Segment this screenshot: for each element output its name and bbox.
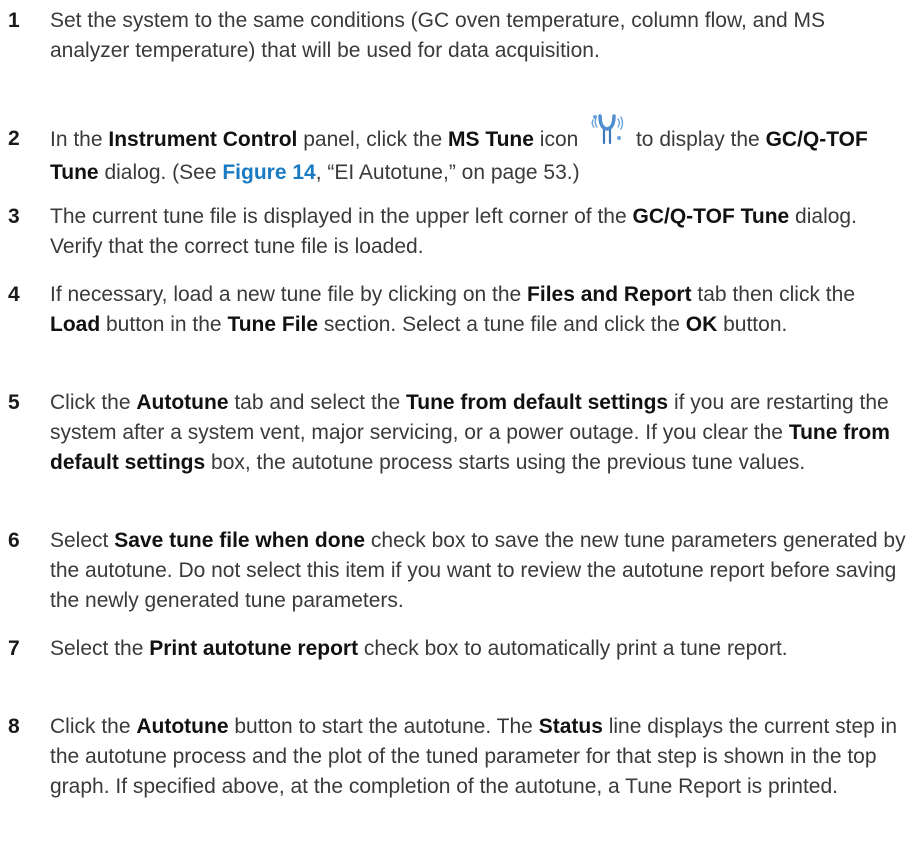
step-text: In the Instrument Control panel, click t… (50, 114, 908, 188)
step-number: 2 (8, 127, 20, 150)
step-number: 1 (8, 9, 20, 32)
ui-term: GC/Q-TOF Tune (632, 205, 790, 228)
text-run: Click the (50, 715, 137, 738)
step-text: Click the Autotune tab and select the Tu… (50, 388, 908, 478)
ui-term: Autotune (136, 715, 229, 738)
step-text: Click the Autotune button to start the a… (50, 712, 908, 802)
figure-link[interactable]: Figure 14 (222, 161, 315, 184)
text-run: If necessary, load a new tune file by cl… (50, 283, 528, 306)
text-run: Set the system to the same conditions (G… (50, 9, 826, 62)
text-run: Select the (50, 637, 150, 660)
text-run: The current tune file is displayed in th… (50, 205, 633, 228)
ui-term: Autotune (136, 391, 229, 414)
ui-term: Tune File (227, 313, 319, 336)
text-run: tab and select the (228, 391, 406, 414)
text-run: button in the (100, 313, 228, 336)
ui-term: Load (50, 313, 101, 336)
ui-term: OK (685, 313, 718, 336)
ui-term: Status (538, 715, 603, 738)
step-number: 4 (8, 283, 20, 306)
step-text: Set the system to the same conditions (G… (50, 6, 908, 66)
step-number: 8 (8, 715, 20, 738)
text-run: button. (717, 313, 788, 336)
step-number: 6 (8, 529, 20, 552)
ui-term: Print autotune report (149, 637, 359, 660)
step-number: 3 (8, 205, 20, 228)
text-run: Select (50, 529, 115, 552)
ui-term: Save tune file when done (114, 529, 366, 552)
text-run: Click the (50, 391, 137, 414)
step-text: The current tune file is displayed in th… (50, 202, 908, 262)
text-run: , “EI Autotune,” on page 53.) (315, 161, 580, 184)
text-run: dialog. (See (98, 161, 223, 184)
step-text: Select Save tune file when done check bo… (50, 526, 908, 616)
ui-term: Instrument Control (108, 128, 298, 151)
text-run: section. Select a tune file and click th… (318, 313, 686, 336)
step-text: Select the Print autotune report check b… (50, 634, 908, 664)
ms-tune-icon (590, 112, 624, 146)
text-run: tab then click the (691, 283, 856, 306)
text-run: box, the autotune process starts using t… (205, 451, 806, 474)
text-run: panel, click the (297, 128, 448, 151)
ui-term: Files and Report (527, 283, 692, 306)
step-number: 5 (8, 391, 20, 414)
step-text: If necessary, load a new tune file by cl… (50, 280, 908, 340)
text-run: to display the (630, 128, 766, 151)
step-number: 7 (8, 637, 20, 660)
ui-term: Tune from default settings (405, 391, 669, 414)
document-page: 1 Set the system to the same conditions … (0, 0, 914, 844)
text-run: check box to automatically print a tune … (358, 637, 788, 660)
text-run: In the (50, 128, 109, 151)
text-run: icon (533, 128, 585, 151)
text-run: button to start the autotune. The (228, 715, 539, 738)
ui-term: MS Tune (447, 128, 534, 151)
